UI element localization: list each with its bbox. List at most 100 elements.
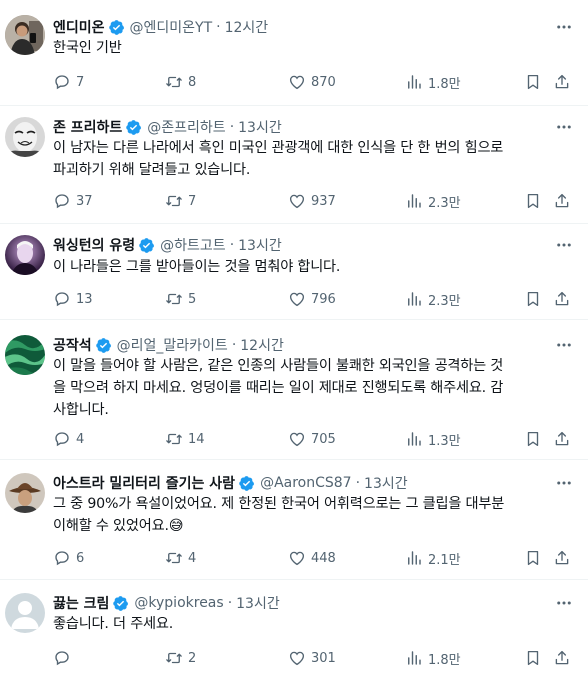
retweet-button[interactable]: 7 xyxy=(165,190,196,212)
retweet-icon xyxy=(165,649,183,667)
share-button[interactable] xyxy=(553,190,571,212)
tweet-text-line: 좋습니다. 더 주세요. xyxy=(53,616,174,632)
retweet-count: 8 xyxy=(188,74,197,90)
timestamp[interactable]: 13시간 xyxy=(238,117,282,137)
emoji: 😅 xyxy=(168,518,184,534)
share-button[interactable] xyxy=(553,428,571,450)
view-count: 1.8만 xyxy=(428,652,461,668)
views-button[interactable]: 1.8만 xyxy=(405,647,461,669)
reply-button[interactable]: 37 xyxy=(53,190,93,212)
timestamp[interactable]: 13시간 xyxy=(238,235,282,255)
separator-dot: · xyxy=(229,119,235,135)
tweet[interactable]: 공작석 @리얼_말라카이트 · 12시간 이 말을 들어야 할 사람은, 같은 … xyxy=(0,320,588,460)
views-button[interactable]: 1.8만 xyxy=(405,71,461,93)
verified-badge-icon xyxy=(138,237,155,254)
more-options-icon[interactable] xyxy=(554,593,574,613)
timestamp[interactable]: 12시간 xyxy=(225,17,269,37)
display-name[interactable]: 존 프리하트 xyxy=(53,117,122,137)
avatar[interactable] xyxy=(5,235,45,275)
tweet-text: 이 남자는 다른 나라에서 흑인 미국인 관광객에 대한 인식을 단 한 번의 … xyxy=(53,137,568,181)
like-count: 301 xyxy=(311,650,336,666)
tweet-actions: 6 4 448 2.1만 xyxy=(53,547,573,569)
tweet[interactable]: 존 프리하트 @존프리하트 · 13시간 이 남자는 다른 나라에서 흑인 미국… xyxy=(0,106,588,224)
tweet-text-line: 한국인 기반 xyxy=(53,40,122,56)
like-count: 705 xyxy=(311,431,336,447)
reply-count: 6 xyxy=(76,550,85,566)
more-options-icon[interactable] xyxy=(554,17,574,37)
retweet-button[interactable]: 4 xyxy=(165,547,196,569)
display-name[interactable]: 끓는 크림 xyxy=(53,593,109,613)
reply-icon xyxy=(53,73,71,91)
like-count: 796 xyxy=(311,291,336,307)
bookmark-button[interactable] xyxy=(524,71,542,93)
like-button[interactable]: 796 xyxy=(288,288,336,310)
analytics-bar-icon xyxy=(405,649,423,667)
like-count: 870 xyxy=(311,74,336,90)
views-button[interactable]: 2.3만 xyxy=(405,288,461,310)
user-handle[interactable]: @kypiokreas xyxy=(134,595,223,611)
display-name[interactable]: 엔디미온 xyxy=(53,17,105,37)
timestamp[interactable]: 13시간 xyxy=(364,473,408,493)
user-handle[interactable]: @존프리하트 xyxy=(147,117,225,137)
share-icon xyxy=(553,73,571,91)
share-icon xyxy=(553,549,571,567)
tweet[interactable]: 아스트라 밀리터리 즐기는 사람 @AaronCS87 · 13시간 그 중 9… xyxy=(0,460,588,580)
verified-badge-icon xyxy=(125,119,142,136)
views-button[interactable]: 1.3만 xyxy=(405,428,461,450)
reply-button[interactable]: 4 xyxy=(53,428,84,450)
like-button[interactable]: 937 xyxy=(288,190,336,212)
user-handle[interactable]: @리얼_말라카이트 xyxy=(117,335,228,355)
views-button[interactable]: 2.3만 xyxy=(405,190,461,212)
display-name[interactable]: 아스트라 밀리터리 즐기는 사람 xyxy=(53,473,235,493)
share-icon xyxy=(553,649,571,667)
bookmark-icon xyxy=(524,649,542,667)
more-options-icon[interactable] xyxy=(554,235,574,255)
timestamp[interactable]: 13시간 xyxy=(236,593,280,613)
avatar[interactable] xyxy=(5,117,45,157)
like-button[interactable]: 301 xyxy=(288,647,336,669)
bookmark-button[interactable] xyxy=(524,647,542,669)
tweet[interactable]: 워싱턴의 유령 @하트고트 · 13시간 이 나라들은 그를 받아들이는 것을 … xyxy=(0,224,588,320)
tweet[interactable]: 끓는 크림 @kypiokreas · 13시간 좋습니다. 더 주세요. 2 … xyxy=(0,580,588,684)
user-handle[interactable]: @AaronCS87 xyxy=(260,475,352,491)
retweet-button[interactable]: 5 xyxy=(165,288,196,310)
reply-button[interactable]: 7 xyxy=(53,71,84,93)
like-button[interactable]: 448 xyxy=(288,547,336,569)
like-button[interactable]: 705 xyxy=(288,428,336,450)
tweet-text-line: 을 막으려 하지 마세요. 엉덩이를 때리는 일이 제대로 진행되도록 해주세요… xyxy=(53,380,504,396)
timestamp[interactable]: 12시간 xyxy=(240,335,284,355)
bookmark-button[interactable] xyxy=(524,547,542,569)
avatar[interactable] xyxy=(5,15,45,55)
avatar[interactable] xyxy=(5,335,45,375)
like-count: 937 xyxy=(311,193,336,209)
tweet[interactable]: 엔디미온 @엔디미온YT · 12시간 한국인 기반 7 8 870 1.8만 xyxy=(0,0,588,106)
share-button[interactable] xyxy=(553,71,571,93)
share-button[interactable] xyxy=(553,288,571,310)
views-button[interactable]: 2.1만 xyxy=(405,547,461,569)
share-button[interactable] xyxy=(553,647,571,669)
share-button[interactable] xyxy=(553,547,571,569)
display-name[interactable]: 공작석 xyxy=(53,335,92,355)
tweet-text: 한국인 기반 xyxy=(53,37,568,59)
more-options-icon[interactable] xyxy=(554,335,574,355)
reply-button[interactable]: 6 xyxy=(53,547,84,569)
more-options-icon[interactable] xyxy=(554,117,574,137)
more-options-icon[interactable] xyxy=(554,473,574,493)
user-handle[interactable]: @엔디미온YT xyxy=(130,17,213,37)
bookmark-button[interactable] xyxy=(524,428,542,450)
retweet-button[interactable]: 14 xyxy=(165,428,205,450)
tweet-feed: 엔디미온 @엔디미온YT · 12시간 한국인 기반 7 8 870 1.8만 … xyxy=(0,0,588,684)
reply-button[interactable]: 13 xyxy=(53,288,93,310)
display-name[interactable]: 워싱턴의 유령 xyxy=(53,235,135,255)
reply-button[interactable] xyxy=(53,647,76,669)
bookmark-button[interactable] xyxy=(524,190,542,212)
heart-icon xyxy=(288,290,306,308)
retweet-button[interactable]: 8 xyxy=(165,71,196,93)
user-handle[interactable]: @하트고트 xyxy=(160,235,226,255)
avatar[interactable] xyxy=(5,593,45,633)
like-button[interactable]: 870 xyxy=(288,71,336,93)
avatar[interactable] xyxy=(5,473,45,513)
retweet-count: 5 xyxy=(188,291,197,307)
bookmark-button[interactable] xyxy=(524,288,542,310)
retweet-button[interactable]: 2 xyxy=(165,647,196,669)
